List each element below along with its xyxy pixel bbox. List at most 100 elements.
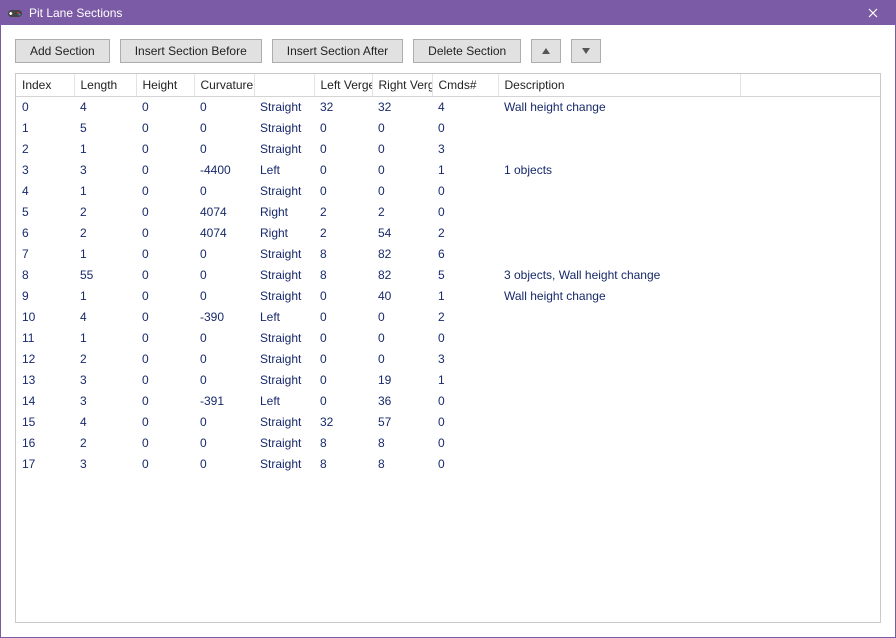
cell-cmds[interactable]: 3 [432, 348, 498, 369]
cell-direction[interactable]: Straight [254, 453, 314, 474]
cell-description[interactable] [498, 432, 740, 453]
cell-right_verge[interactable]: 40 [372, 285, 432, 306]
cell-right_verge[interactable]: 19 [372, 369, 432, 390]
cell-cmds[interactable]: 0 [432, 180, 498, 201]
cell-length[interactable]: 2 [74, 432, 136, 453]
cell-direction[interactable]: Left [254, 159, 314, 180]
cell-right_verge[interactable]: 57 [372, 411, 432, 432]
cell-length[interactable]: 5 [74, 117, 136, 138]
cell-description[interactable] [498, 117, 740, 138]
cell-cmds[interactable]: 0 [432, 327, 498, 348]
cell-cmds[interactable]: 2 [432, 222, 498, 243]
cell-length[interactable]: 2 [74, 348, 136, 369]
cell-description[interactable] [498, 138, 740, 159]
cell-cmds[interactable]: 0 [432, 453, 498, 474]
cell-direction[interactable]: Straight [254, 348, 314, 369]
table-row[interactable]: 17300Straight880 [16, 453, 880, 474]
cell-index[interactable]: 11 [16, 327, 74, 348]
cell-curvature[interactable]: 0 [194, 117, 254, 138]
cell-curvature[interactable]: 0 [194, 180, 254, 201]
cell-length[interactable]: 4 [74, 306, 136, 327]
table-row[interactable]: 330-4400Left0011 objects [16, 159, 880, 180]
cell-left_verge[interactable]: 8 [314, 264, 372, 285]
cell-height[interactable]: 0 [136, 306, 194, 327]
cell-left_verge[interactable]: 0 [314, 285, 372, 306]
cell-direction[interactable]: Straight [254, 264, 314, 285]
cell-curvature[interactable]: 0 [194, 369, 254, 390]
cell-left_verge[interactable]: 0 [314, 327, 372, 348]
cell-direction[interactable]: Straight [254, 327, 314, 348]
cell-length[interactable]: 2 [74, 201, 136, 222]
cell-index[interactable]: 0 [16, 96, 74, 117]
cell-curvature[interactable]: 0 [194, 264, 254, 285]
cell-right_verge[interactable]: 0 [372, 180, 432, 201]
table-row[interactable]: 0400Straight32324Wall height change [16, 96, 880, 117]
cell-left_verge[interactable]: 0 [314, 306, 372, 327]
cell-index[interactable]: 6 [16, 222, 74, 243]
titlebar[interactable]: Pit Lane Sections [1, 1, 895, 25]
cell-left_verge[interactable]: 0 [314, 117, 372, 138]
cell-curvature[interactable]: 0 [194, 243, 254, 264]
cell-height[interactable]: 0 [136, 390, 194, 411]
cell-length[interactable]: 1 [74, 138, 136, 159]
cell-length[interactable]: 1 [74, 327, 136, 348]
cell-right_verge[interactable]: 0 [372, 348, 432, 369]
cell-description[interactable]: Wall height change [498, 285, 740, 306]
cell-description[interactable] [498, 306, 740, 327]
cell-index[interactable]: 10 [16, 306, 74, 327]
sections-grid[interactable]: Index Length Height Curvature Left Verge… [15, 73, 881, 623]
cell-height[interactable]: 0 [136, 117, 194, 138]
cell-index[interactable]: 17 [16, 453, 74, 474]
insert-before-button[interactable]: Insert Section Before [120, 39, 262, 63]
cell-right_verge[interactable]: 82 [372, 243, 432, 264]
col-extra[interactable] [740, 74, 880, 96]
cell-cmds[interactable]: 0 [432, 117, 498, 138]
cell-curvature[interactable]: 0 [194, 327, 254, 348]
col-right-verge[interactable]: Right Verge [372, 74, 432, 96]
cell-curvature[interactable]: 0 [194, 96, 254, 117]
cell-height[interactable]: 0 [136, 138, 194, 159]
col-cmds[interactable]: Cmds# [432, 74, 498, 96]
cell-cmds[interactable]: 5 [432, 264, 498, 285]
cell-description[interactable] [498, 180, 740, 201]
cell-curvature[interactable]: 0 [194, 285, 254, 306]
cell-direction[interactable]: Left [254, 390, 314, 411]
table-row[interactable]: 85500Straight88253 objects, Wall height … [16, 264, 880, 285]
cell-direction[interactable]: Straight [254, 411, 314, 432]
cell-description[interactable] [498, 453, 740, 474]
cell-length[interactable]: 3 [74, 390, 136, 411]
cell-index[interactable]: 2 [16, 138, 74, 159]
cell-direction[interactable]: Straight [254, 243, 314, 264]
cell-description[interactable] [498, 411, 740, 432]
cell-index[interactable]: 4 [16, 180, 74, 201]
cell-index[interactable]: 8 [16, 264, 74, 285]
cell-cmds[interactable]: 0 [432, 390, 498, 411]
table-row[interactable]: 1500Straight000 [16, 117, 880, 138]
cell-left_verge[interactable]: 8 [314, 453, 372, 474]
cell-curvature[interactable]: -4400 [194, 159, 254, 180]
cell-cmds[interactable]: 4 [432, 96, 498, 117]
cell-description[interactable] [498, 369, 740, 390]
cell-cmds[interactable]: 1 [432, 159, 498, 180]
cell-right_verge[interactable]: 0 [372, 138, 432, 159]
cell-index[interactable]: 12 [16, 348, 74, 369]
cell-index[interactable]: 7 [16, 243, 74, 264]
table-row[interactable]: 2100Straight003 [16, 138, 880, 159]
cell-cmds[interactable]: 0 [432, 432, 498, 453]
cell-cmds[interactable]: 1 [432, 285, 498, 306]
cell-direction[interactable]: Straight [254, 369, 314, 390]
cell-height[interactable]: 0 [136, 453, 194, 474]
cell-length[interactable]: 4 [74, 96, 136, 117]
cell-height[interactable]: 0 [136, 432, 194, 453]
table-row[interactable]: 16200Straight880 [16, 432, 880, 453]
cell-left_verge[interactable]: 8 [314, 243, 372, 264]
cell-description[interactable] [498, 243, 740, 264]
cell-length[interactable]: 1 [74, 243, 136, 264]
cell-right_verge[interactable]: 0 [372, 327, 432, 348]
cell-index[interactable]: 13 [16, 369, 74, 390]
cell-description[interactable] [498, 201, 740, 222]
cell-left_verge[interactable]: 0 [314, 180, 372, 201]
cell-right_verge[interactable]: 0 [372, 306, 432, 327]
cell-index[interactable]: 5 [16, 201, 74, 222]
cell-right_verge[interactable]: 54 [372, 222, 432, 243]
